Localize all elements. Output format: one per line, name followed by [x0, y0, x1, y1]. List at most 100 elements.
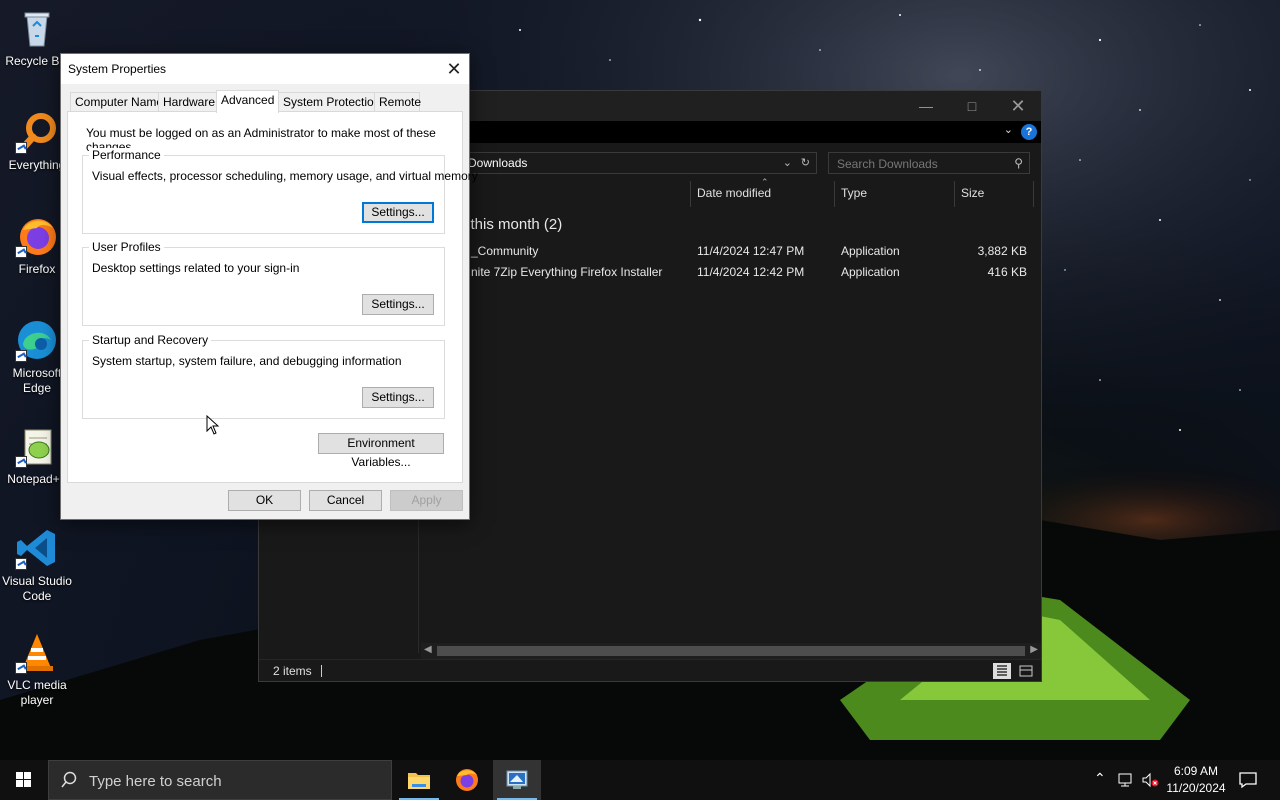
shortcut-arrow-icon [15, 662, 27, 674]
edge-icon [15, 318, 59, 362]
volume-muted-icon[interactable] [1141, 771, 1159, 800]
network-icon[interactable] [1117, 771, 1135, 800]
chevron-down-icon[interactable]: ⌄ [1004, 123, 1013, 136]
status-bar: 2 items [259, 659, 1041, 681]
tiles-view-icon[interactable] [1017, 663, 1035, 679]
startup-recovery-group: Startup and Recovery System startup, sys… [82, 333, 445, 419]
search-icon: ⚲ [1014, 156, 1023, 170]
notepad-plus-plus-icon [15, 424, 59, 468]
refresh-icon[interactable]: ↻ [801, 156, 810, 169]
file-type: Application [841, 244, 900, 258]
desktop-icon-label: Notepad++ [7, 472, 67, 486]
shortcut-arrow-icon [15, 456, 27, 468]
tray-chevron-up-icon[interactable]: ⌃ [1094, 770, 1106, 800]
file-row[interactable]: nite 7Zip Everything Firefox Installer 1… [459, 262, 1031, 282]
scrollbar-thumb[interactable] [437, 646, 1025, 656]
search-input[interactable]: Search Downloads ⚲ [828, 152, 1030, 174]
shortcut-arrow-icon [15, 142, 27, 154]
ok-button[interactable]: OK [228, 490, 301, 511]
system-properties-dialog[interactable]: System Properties ✕ Computer Name Hardwa… [60, 53, 478, 520]
file-name: _Community [471, 244, 539, 258]
help-icon[interactable]: ? [1021, 124, 1037, 140]
status-divider [321, 665, 322, 677]
advanced-tab-page: You must be logged on as an Administrato… [67, 111, 478, 483]
group-description: System startup, system failure, and debu… [92, 354, 402, 368]
start-button[interactable] [0, 760, 48, 800]
group-label: Startup and Recovery [89, 333, 212, 347]
scroll-left-icon[interactable]: ◀ [424, 644, 432, 655]
address-bar[interactable]: Downloads ⌄ ↻ [429, 152, 817, 174]
environment-variables-button[interactable]: Environment Variables... [318, 433, 444, 469]
startup-settings-button[interactable]: Settings... [362, 387, 434, 408]
column-separator[interactable] [690, 181, 691, 207]
file-type: Application [841, 265, 900, 279]
clock-time: 6:09 AM [1173, 764, 1219, 778]
file-size: 416 KB [987, 265, 1027, 279]
horizontal-scrollbar[interactable]: ◀ ▶ [421, 643, 1041, 659]
search-placeholder: Search Downloads [837, 157, 938, 171]
tab-system-protection[interactable]: System Protection [278, 92, 380, 112]
file-date: 11/4/2024 12:47 PM [697, 244, 805, 258]
user-profiles-settings-button[interactable]: Settings... [362, 294, 434, 315]
desktop-icon-vscode[interactable]: Visual Studio Code [2, 526, 72, 604]
desktop-icon-label: Firefox [18, 262, 56, 276]
group-description: Visual effects, processor scheduling, me… [92, 169, 478, 183]
performance-group: Performance Visual effects, processor sc… [82, 148, 478, 234]
cancel-button[interactable]: Cancel [309, 490, 382, 511]
user-profiles-group: User Profiles Desktop settings related t… [82, 240, 445, 326]
taskbar-firefox[interactable] [443, 760, 491, 800]
group-label: Performance [89, 148, 164, 162]
column-header-date[interactable]: Date modified [697, 186, 771, 200]
tab-advanced[interactable]: Advanced [216, 90, 279, 113]
column-separator[interactable] [954, 181, 955, 207]
taskbar-file-explorer[interactable] [395, 760, 443, 800]
shortcut-arrow-icon [15, 350, 27, 362]
dialog-titlebar[interactable]: System Properties ✕ [61, 54, 469, 84]
taskbar-system-properties[interactable] [493, 760, 541, 800]
clock-date: 11/20/2024 [1166, 781, 1226, 795]
notifications-icon[interactable] [1238, 770, 1258, 800]
desktop-icon-label: Everything [8, 158, 66, 172]
column-header-type[interactable]: Type [841, 186, 867, 200]
tab-remote[interactable]: Remote [374, 92, 421, 112]
vscode-icon [15, 526, 59, 570]
apply-button[interactable]: Apply [390, 490, 463, 511]
address-text: Downloads [468, 156, 528, 170]
chevron-down-icon[interactable]: ⌄ [783, 156, 792, 169]
taskbar-search-input[interactable]: Type here to search [48, 760, 392, 800]
close-icon[interactable]: ✕ [439, 54, 469, 84]
scroll-right-icon[interactable]: ▶ [1030, 644, 1038, 655]
column-separator[interactable] [1033, 181, 1034, 207]
group-label: User Profiles [89, 240, 164, 254]
desktop-icon-label: Visual Studio Code [2, 574, 72, 603]
taskbar-clock[interactable]: 6:09 AM 11/20/2024 [1158, 763, 1234, 797]
shortcut-arrow-icon [15, 558, 27, 570]
search-icon [61, 771, 77, 788]
taskbar: Type here to search ⌃ 6:09 AM 11/20/2024 [0, 760, 1280, 800]
desktop-icon-label: VLC media player [7, 678, 67, 707]
mouse-cursor-icon [206, 415, 220, 435]
tab-computer-name[interactable]: Computer Name [70, 92, 163, 112]
group-description: Desktop settings related to your sign-in [92, 261, 300, 275]
close-icon[interactable]: ✕ [995, 91, 1041, 121]
column-separator[interactable] [834, 181, 835, 207]
desktop-icon-vlc[interactable]: VLC media player [2, 630, 72, 708]
system-properties-icon [506, 770, 528, 789]
minimize-icon[interactable]: — [903, 91, 949, 121]
maximize-icon[interactable]: □ [949, 91, 995, 121]
tab-hardware[interactable]: Hardware [158, 92, 217, 112]
recycle-bin-icon [15, 6, 59, 50]
file-date: 11/4/2024 12:42 PM [697, 265, 805, 279]
everything-search-icon [15, 110, 59, 154]
dialog-title: System Properties [68, 62, 167, 76]
windows-logo-icon [16, 772, 31, 787]
taskbar-search-placeholder: Type here to search [89, 773, 222, 790]
item-count: 2 items [273, 664, 312, 678]
performance-settings-button[interactable]: Settings... [362, 202, 434, 223]
file-size: 3,882 KB [977, 244, 1027, 258]
file-row[interactable]: _Community 11/4/2024 12:47 PM Applicatio… [459, 241, 1031, 261]
details-view-icon[interactable] [993, 663, 1011, 679]
column-header-size[interactable]: Size [961, 186, 984, 200]
desktop-icon-label: Microsoft Edge [12, 366, 62, 395]
vlc-icon [15, 630, 59, 674]
